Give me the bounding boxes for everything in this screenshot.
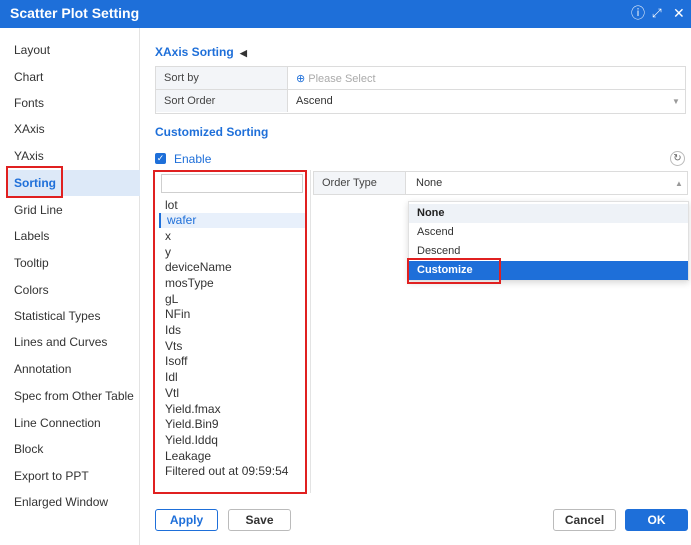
- chevron-up-icon[interactable]: ▲: [675, 179, 683, 188]
- settings-sidebar: Layout Chart Fonts XAxis YAxis Sorting G…: [0, 28, 140, 545]
- list-item[interactable]: Vtl: [165, 386, 179, 401]
- sidebar-item-tooltip[interactable]: Tooltip: [14, 255, 49, 271]
- xaxis-sorting-form: Sort by ⊕ Please Select Sort Order Ascen…: [155, 66, 686, 114]
- order-type-dropdown: None Ascend Descend Customize: [408, 201, 689, 281]
- dropdown-option-customize[interactable]: Customize: [409, 261, 688, 280]
- add-circle-icon: ⊕: [296, 73, 306, 85]
- list-item[interactable]: Leakage: [165, 449, 211, 464]
- sidebar-item-layout[interactable]: Layout: [14, 42, 50, 58]
- enable-checkbox[interactable]: ✓: [155, 153, 166, 164]
- list-item[interactable]: Yield.fmax: [165, 402, 221, 417]
- field-search-input[interactable]: [161, 174, 303, 193]
- field-list: lot wafer x y deviceName mosType gL NFin…: [155, 170, 305, 493]
- sort-by-row: Sort by ⊕ Please Select: [156, 67, 685, 90]
- sidebar-item-xaxis[interactable]: XAxis: [14, 121, 45, 137]
- title-bar: Scatter Plot Setting ⓘ ⤢ ✕: [0, 0, 691, 28]
- sidebar-item-block[interactable]: Block: [14, 441, 43, 457]
- dropdown-option-ascend[interactable]: Ascend: [409, 223, 688, 242]
- sort-by-placeholder: Please Select: [308, 73, 376, 85]
- refresh-icon[interactable]: ↻: [670, 151, 685, 166]
- sort-order-select[interactable]: Ascend: [296, 95, 333, 107]
- save-button[interactable]: Save: [228, 509, 291, 531]
- expand-icon[interactable]: ⤢: [652, 4, 662, 22]
- sidebar-item-enlarged-window[interactable]: Enlarged Window: [14, 494, 108, 510]
- list-item[interactable]: y: [165, 245, 171, 260]
- order-type-select[interactable]: None: [416, 177, 442, 189]
- window-title: Scatter Plot Setting: [10, 5, 140, 21]
- enable-label[interactable]: Enable: [174, 152, 211, 166]
- cancel-button[interactable]: Cancel: [553, 509, 616, 531]
- help-icon[interactable]: ⓘ: [631, 4, 645, 22]
- sidebar-item-colors[interactable]: Colors: [14, 282, 49, 298]
- sidebar-item-statistical-types[interactable]: Statistical Types: [14, 308, 100, 324]
- sidebar-item-line-connection[interactable]: Line Connection: [14, 415, 101, 431]
- sidebar-item-spec-from-other-table[interactable]: Spec from Other Table: [14, 388, 134, 404]
- list-item[interactable]: Idl: [165, 370, 178, 385]
- ok-button[interactable]: OK: [625, 509, 688, 531]
- dropdown-option-descend[interactable]: Descend: [409, 242, 688, 261]
- close-icon[interactable]: ✕: [673, 4, 685, 22]
- list-item-selected[interactable]: wafer: [159, 213, 305, 228]
- list-item[interactable]: deviceName: [165, 260, 232, 275]
- sidebar-item-lines-and-curves[interactable]: Lines and Curves: [14, 334, 107, 350]
- list-item[interactable]: Filtered out at 09:59:54: [165, 464, 288, 479]
- sidebar-item-sorting[interactable]: Sorting: [8, 170, 140, 196]
- dropdown-option-none[interactable]: None: [409, 204, 688, 223]
- list-item[interactable]: lot: [165, 198, 178, 213]
- list-scrollbar[interactable]: [310, 170, 311, 493]
- collapse-caret-icon[interactable]: ◀: [240, 48, 247, 58]
- sort-by-label: Sort by: [156, 67, 288, 89]
- customized-sorting-title: Customized Sorting: [155, 125, 269, 139]
- list-item[interactable]: Yield.Iddq: [165, 433, 218, 448]
- list-item[interactable]: Ids: [165, 323, 181, 338]
- list-item[interactable]: Vts: [165, 339, 182, 354]
- list-item[interactable]: mosType: [165, 276, 214, 291]
- sidebar-item-export-to-ppt[interactable]: Export to PPT: [14, 468, 89, 484]
- list-item[interactable]: Yield.Bin9: [165, 417, 219, 432]
- sidebar-item-chart[interactable]: Chart: [14, 69, 43, 85]
- sidebar-item-annotation[interactable]: Annotation: [14, 361, 71, 377]
- chevron-down-icon[interactable]: ▼: [672, 97, 680, 106]
- list-item[interactable]: Isoff: [165, 354, 187, 369]
- list-item[interactable]: x: [165, 229, 171, 244]
- sidebar-item-grid-line[interactable]: Grid Line: [14, 202, 63, 218]
- sort-by-select[interactable]: ⊕ Please Select: [296, 72, 376, 85]
- sidebar-item-labels[interactable]: Labels: [14, 228, 49, 244]
- xaxis-sorting-title[interactable]: XAxis Sorting ◀: [155, 45, 247, 59]
- sort-order-row: Sort Order Ascend ▼: [156, 90, 685, 113]
- order-type-row: Order Type None ▲: [313, 171, 688, 195]
- order-type-label: Order Type: [314, 172, 406, 194]
- list-item[interactable]: NFin: [165, 307, 190, 322]
- apply-button[interactable]: Apply: [155, 509, 218, 531]
- sidebar-item-yaxis[interactable]: YAxis: [14, 148, 44, 164]
- list-item[interactable]: gL: [165, 292, 178, 307]
- sidebar-item-fonts[interactable]: Fonts: [14, 95, 44, 111]
- sort-order-label: Sort Order: [156, 90, 288, 112]
